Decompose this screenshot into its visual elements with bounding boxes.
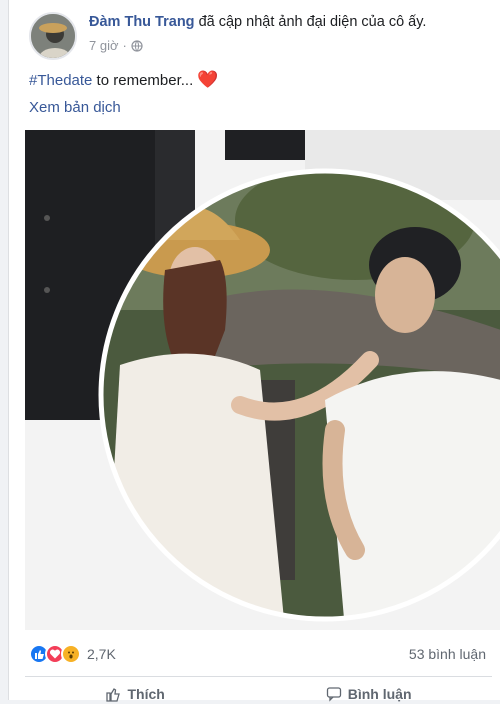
- avatar-image: [31, 14, 75, 58]
- news-feed-post: Đàm Thu Trang đã cập nhật ảnh đại diện c…: [8, 0, 500, 702]
- profile-photo-illustration: [25, 130, 500, 630]
- meta-dot: ·: [122, 38, 127, 53]
- actions-divider: [25, 676, 492, 677]
- post-caption: #Thedate to remember... ❤️: [29, 70, 218, 90]
- reaction-count: 2,7K: [87, 646, 116, 662]
- reactions-summary[interactable]: 2,7K: [29, 644, 116, 664]
- author-name-link[interactable]: Đàm Thu Trang: [89, 14, 195, 30]
- like-button[interactable]: Thích: [105, 684, 165, 704]
- comment-button[interactable]: Bình luận: [326, 684, 412, 704]
- heart-emoji: ❤️: [197, 70, 219, 89]
- wow-icon: [61, 644, 81, 664]
- post-photo[interactable]: [25, 130, 500, 630]
- caption-text: to remember...: [92, 72, 194, 89]
- caption-hashtag-link[interactable]: #Thedate: [29, 72, 92, 89]
- post-action-bar: Thích Bình luận: [25, 684, 492, 704]
- post-meta: 7 giờ ·: [89, 38, 143, 53]
- post-timestamp[interactable]: 7 giờ: [89, 38, 119, 53]
- see-translation-link[interactable]: Xem bản dịch: [29, 99, 121, 116]
- post-action-text: đã cập nhật ảnh đại diện của cô ấy.: [198, 14, 427, 30]
- globe-icon[interactable]: [131, 39, 143, 52]
- author-avatar[interactable]: [29, 12, 77, 60]
- comments-count-link[interactable]: 53 bình luận: [409, 646, 486, 662]
- post-header-line: Đàm Thu Trang đã cập nhật ảnh đại diện c…: [89, 14, 426, 30]
